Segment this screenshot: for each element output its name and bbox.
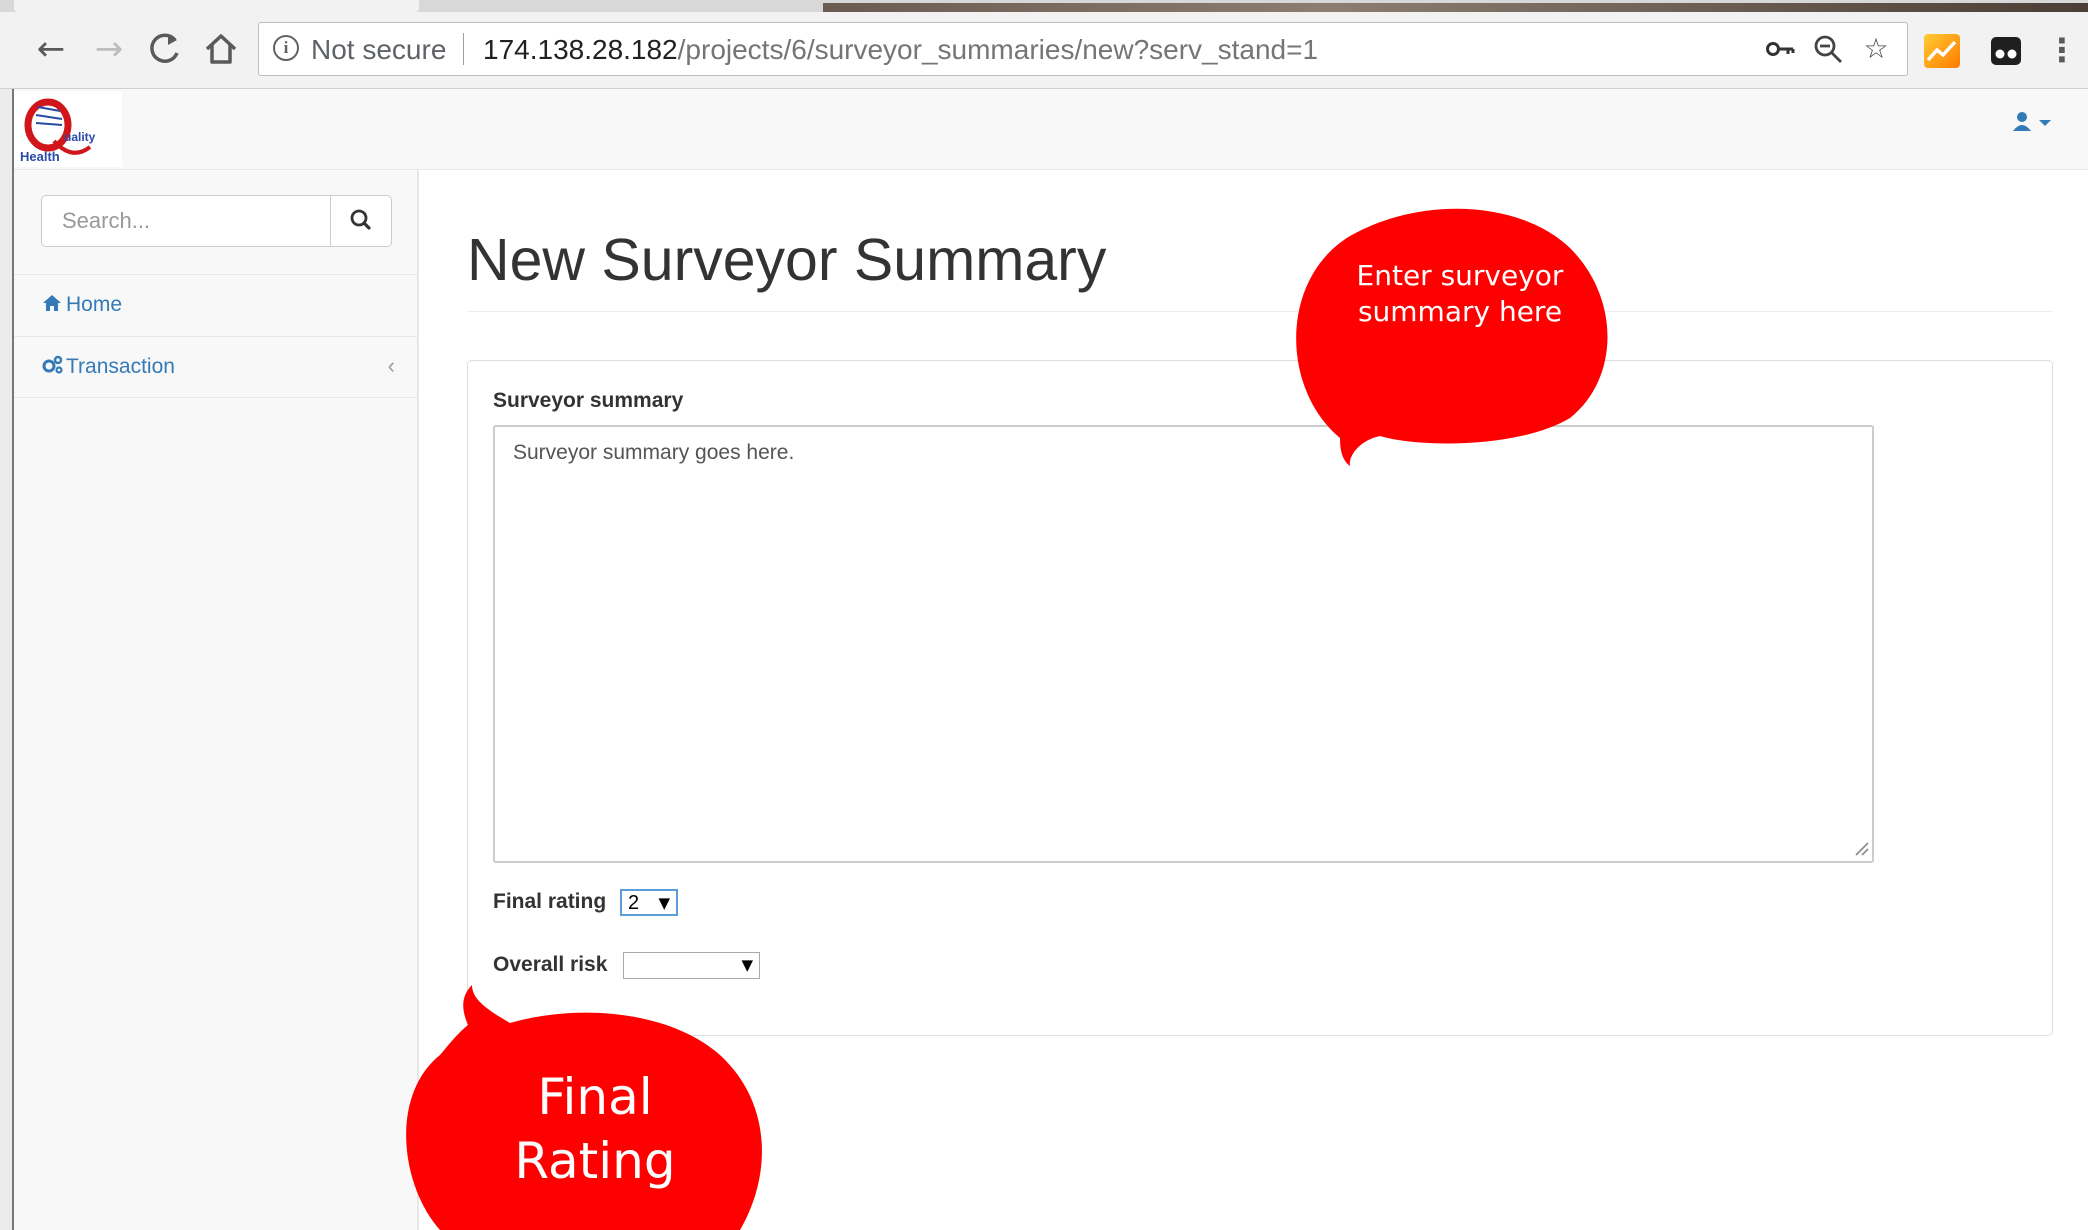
analytics-extension-icon[interactable] xyxy=(1924,34,1960,68)
title-divider xyxy=(467,311,2053,312)
dropdown-arrow-icon: ▼ xyxy=(658,894,670,912)
callout-final-rating-text: Final Rating xyxy=(514,1068,676,1190)
zoom-icon[interactable] xyxy=(1811,32,1845,66)
active-tab[interactable] xyxy=(14,0,419,12)
separator xyxy=(463,33,464,65)
menu-icon[interactable]: ⋮ xyxy=(2046,30,2078,70)
home-icon xyxy=(42,293,62,318)
tab-strip xyxy=(0,0,2088,12)
address-bar[interactable]: i Not secure 174.138.28.182/projects/6/s… xyxy=(258,22,1908,76)
incognito-extension-icon[interactable] xyxy=(1988,34,2024,68)
url-text[interactable]: 174.138.28.182/projects/6/surveyor_summa… xyxy=(483,34,1318,66)
gears-icon xyxy=(42,355,64,380)
sidebar-search xyxy=(41,195,392,247)
search-input[interactable] xyxy=(41,195,331,247)
info-icon[interactable]: i xyxy=(273,35,299,61)
quality-health-logo[interactable]: uality Health xyxy=(14,91,122,167)
overall-risk-select[interactable]: ▼ xyxy=(623,952,760,979)
reload-icon[interactable] xyxy=(142,26,188,72)
star-icon[interactable]: ☆ xyxy=(1859,32,1893,66)
sidebar-item-home[interactable]: Home xyxy=(14,274,417,336)
browser-toolbar: ← → i Not secure 174.138.28.182/projects… xyxy=(0,12,2088,89)
svg-text:Health: Health xyxy=(20,149,60,164)
surveyor-summary-form: Surveyor summary Surveyor summary goes h… xyxy=(467,360,2053,1036)
window-frame-edge xyxy=(0,89,14,1230)
forward-icon[interactable]: → xyxy=(86,26,132,72)
back-icon[interactable]: ← xyxy=(28,26,74,72)
chevron-left-icon[interactable]: ‹ xyxy=(388,353,395,379)
search-button[interactable] xyxy=(330,195,392,247)
resize-handle-icon[interactable] xyxy=(1850,837,1870,857)
page-title: New Surveyor Summary xyxy=(467,227,1107,293)
search-icon xyxy=(350,209,371,230)
key-icon[interactable] xyxy=(1763,32,1797,66)
sidebar: Home Transaction ‹ xyxy=(14,170,419,1230)
summary-label: Surveyor summary xyxy=(493,389,684,412)
user-menu[interactable] xyxy=(2012,111,2052,139)
final-rating-label: Final rating xyxy=(493,890,607,913)
overall-risk-label: Overall risk xyxy=(493,953,608,976)
background-tab[interactable] xyxy=(823,3,2088,12)
app-header: uality Health xyxy=(0,89,2088,170)
dropdown-arrow-icon: ▼ xyxy=(741,956,753,974)
svg-text:uality: uality xyxy=(64,130,96,144)
final-rating-select[interactable]: 2 ▼ xyxy=(620,889,678,916)
user-icon xyxy=(2013,112,2051,131)
security-label[interactable]: Not secure xyxy=(311,34,446,66)
final-rating-value: 2 xyxy=(628,892,640,914)
sidebar-item-label: Transaction xyxy=(66,355,175,378)
sidebar-item-transaction[interactable]: Transaction ‹ xyxy=(14,336,417,398)
sidebar-item-label: Home xyxy=(66,293,123,316)
home-icon[interactable] xyxy=(198,26,244,72)
summary-textarea[interactable]: Surveyor summary goes here. xyxy=(493,425,1874,863)
callout-summary-text: Enter surveyor summary here xyxy=(1356,259,1564,328)
